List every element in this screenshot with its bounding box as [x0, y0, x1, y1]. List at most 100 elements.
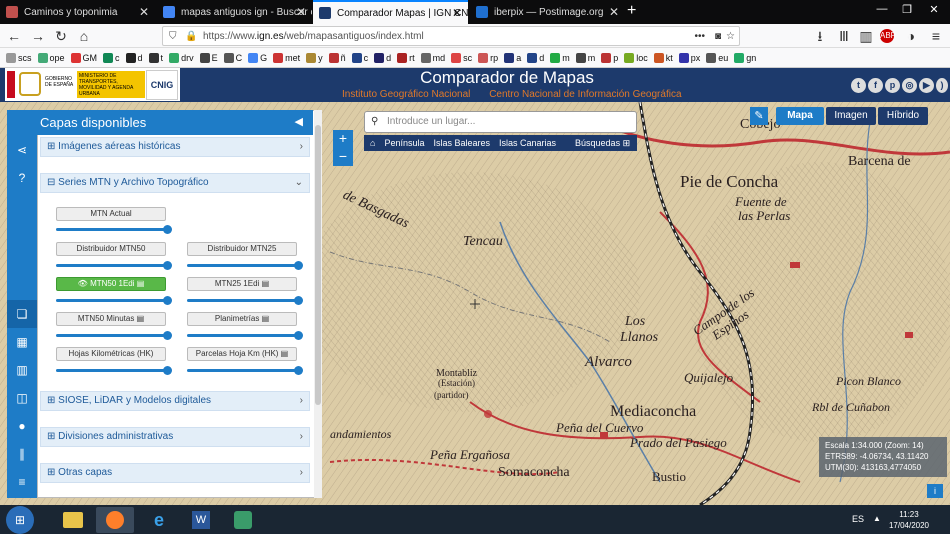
browser-tab-active[interactable]: Comparador Mapas | IGN CNIG ✕	[313, 0, 468, 24]
bookmark-item[interactable]: y	[306, 52, 323, 63]
bookmark-item[interactable]: a	[504, 52, 521, 63]
cnig-logo[interactable]: CNIG	[146, 70, 178, 100]
section-otras-capas[interactable]: ⊞ Otras capas ›	[40, 463, 310, 483]
browser-tab[interactable]: Caminos y toponimia ✕	[0, 0, 155, 24]
layer-mtn50-minutas[interactable]: MTN50 Minutas ▤	[56, 312, 166, 326]
opacity-slider[interactable]	[187, 264, 299, 267]
opacity-slider[interactable]	[56, 264, 168, 267]
url-bar[interactable]: ⛉ 🔒 https://www. ign.es/web/mapasantiguos…	[162, 26, 740, 46]
maptype-hibrido-button[interactable]: Híbrido	[878, 107, 928, 125]
busquedas-button[interactable]: Búsquedas ⊞	[575, 138, 630, 149]
info-card-icon[interactable]: ▤	[262, 279, 270, 288]
slider-handle[interactable]	[294, 366, 303, 375]
grid-view-icon[interactable]: ▦	[7, 328, 37, 356]
book-view-icon[interactable]: ▥	[7, 356, 37, 384]
info-card-icon[interactable]: ▤	[137, 279, 145, 288]
bookmark-item[interactable]: p	[601, 52, 618, 63]
menu-bars-icon[interactable]: ≡	[7, 468, 37, 496]
bookmark-item[interactable]: GM	[70, 52, 97, 63]
pinterest-icon[interactable]: p	[885, 78, 900, 93]
zoom-in-button[interactable]: +	[333, 130, 353, 148]
bookmark-item[interactable]: t	[148, 52, 163, 63]
split-horizontal-icon[interactable]: ∥	[7, 440, 37, 468]
slider-handle[interactable]	[163, 261, 172, 270]
bookmark-item[interactable]: scs	[6, 52, 32, 63]
download-icon[interactable]: ⭳	[812, 28, 828, 44]
split-vertical-icon[interactable]: ◫	[7, 384, 37, 412]
bookmark-item[interactable]: gn	[734, 52, 756, 63]
close-icon[interactable]: ✕	[296, 5, 306, 19]
app-icon[interactable]	[224, 507, 262, 533]
opacity-slider[interactable]	[187, 299, 299, 302]
slider-handle[interactable]	[294, 296, 303, 305]
bookmark-item[interactable]: md	[420, 52, 445, 63]
link-peninsula[interactable]: Península	[384, 138, 424, 148]
slider-handle[interactable]	[294, 331, 303, 340]
link-baleares[interactable]: Islas Baleares	[433, 138, 490, 148]
close-icon[interactable]: ✕	[609, 5, 619, 19]
section-aerial-images[interactable]: ⊞ Imágenes aéreas históricas ›	[40, 137, 310, 157]
slider-handle[interactable]	[294, 261, 303, 270]
layer-distribuidor-mtn50[interactable]: Distribuidor MTN50	[56, 242, 166, 256]
layer-parcelas-hoja-km[interactable]: Parcelas Hoja Km (HK) ▤	[187, 347, 297, 361]
menu-icon[interactable]: ≡	[928, 28, 944, 44]
adblock-icon[interactable]: ABP	[880, 29, 896, 43]
bookmark-item[interactable]: loc	[624, 52, 648, 63]
system-clock[interactable]: 11:23 17/04/2020	[884, 509, 934, 531]
bookmark-item[interactable]: E	[199, 52, 218, 63]
layer-mtn25-1edi[interactable]: MTN25 1Edi ▤	[187, 277, 297, 291]
close-icon[interactable]: ✕	[452, 6, 462, 20]
bookmark-item[interactable]: G	[248, 52, 267, 63]
windows-start-icon[interactable]: ⊞	[6, 506, 34, 534]
close-icon[interactable]: ✕	[139, 5, 149, 19]
section-siose-lidar[interactable]: ⊞ SIOSE, LiDAR y Modelos digitales ›	[40, 391, 310, 411]
bookmark-item[interactable]: c	[103, 52, 120, 63]
minimize-icon[interactable]: —	[873, 3, 891, 15]
tools-wrench-icon[interactable]: ✎	[750, 107, 768, 125]
library-icon[interactable]: Ⅲ	[836, 28, 852, 44]
star-icon[interactable]: ☆	[726, 31, 735, 42]
sidebar-icon[interactable]: ▥	[858, 28, 874, 44]
bookmark-item[interactable]: d	[374, 52, 391, 63]
bookmark-item[interactable]: rt	[397, 52, 415, 63]
pocket-icon[interactable]: ◙	[715, 31, 721, 42]
opacity-slider[interactable]	[56, 369, 168, 372]
bookmark-item[interactable]: rp	[478, 52, 498, 63]
opacity-slider[interactable]	[56, 228, 168, 231]
reload-icon[interactable]: ↻	[53, 28, 69, 44]
slider-handle[interactable]	[163, 296, 172, 305]
word-icon[interactable]: W	[182, 507, 220, 533]
bookmark-item[interactable]: kt	[653, 52, 673, 63]
layer-mtn-actual[interactable]: MTN Actual	[56, 207, 166, 221]
language-indicator[interactable]: ES	[852, 514, 864, 524]
layer-distribuidor-mtn25[interactable]: Distribuidor MTN25	[187, 242, 297, 256]
maptype-mapa-button[interactable]: Mapa	[776, 107, 824, 125]
circle-lens-icon[interactable]: ●	[7, 412, 37, 440]
new-tab-plus-icon[interactable]: +	[627, 2, 636, 20]
home-icon[interactable]: ⌂	[370, 138, 375, 148]
info-card-icon[interactable]: ▤	[137, 314, 145, 323]
layer-planimetrias[interactable]: Planimetrías ▤	[187, 312, 297, 326]
slider-handle[interactable]	[163, 225, 172, 234]
file-explorer-icon[interactable]	[54, 507, 92, 533]
opacity-slider[interactable]	[187, 369, 299, 372]
info-card-icon[interactable]: ▤	[281, 349, 289, 358]
info-card-icon[interactable]: ▤	[262, 314, 270, 323]
home-icon[interactable]: ⌂	[76, 28, 92, 44]
collapse-panel-icon[interactable]: ◀	[295, 110, 303, 135]
extension-icon[interactable]: ◑	[903, 28, 919, 44]
browser-tab[interactable]: mapas antiguos ign - Buscar con✕	[157, 0, 312, 24]
opacity-slider[interactable]	[56, 299, 168, 302]
layer-hojas-kilometricas[interactable]: Hojas Kilométricas (HK)	[56, 347, 166, 361]
slider-handle[interactable]	[163, 366, 172, 375]
youtube-icon[interactable]: ▶	[919, 78, 934, 93]
facebook-icon[interactable]: f	[868, 78, 883, 93]
page-actions-icon[interactable]: •••	[694, 31, 705, 42]
bookmark-item[interactable]: C	[223, 52, 242, 63]
bookmark-item[interactable]: ope	[37, 52, 65, 63]
zoom-out-button[interactable]: −	[333, 148, 353, 166]
bookmark-item[interactable]: eu	[706, 52, 728, 63]
bookmark-item[interactable]: d	[125, 52, 143, 63]
forward-arrow-icon[interactable]: →	[30, 28, 46, 44]
info-icon[interactable]: i	[927, 484, 943, 498]
